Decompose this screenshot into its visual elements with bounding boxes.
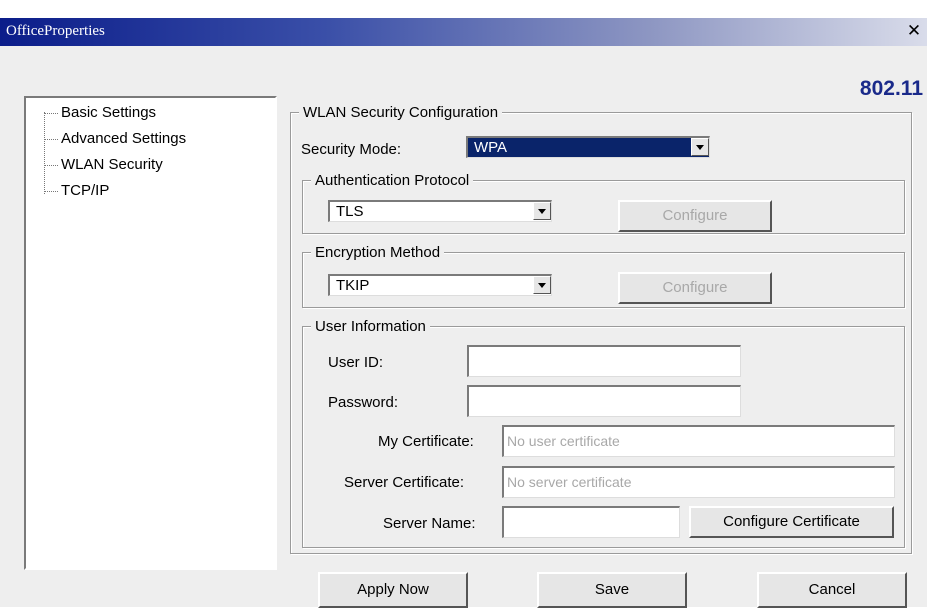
my-certificate-placeholder: No user certificate bbox=[507, 433, 620, 449]
user-id-field[interactable] bbox=[467, 345, 741, 377]
tree-branch bbox=[44, 190, 58, 192]
encryption-method-value: TKIP bbox=[336, 277, 370, 294]
encryption-method-select[interactable]: TKIP bbox=[328, 274, 552, 296]
security-mode-label: Security Mode: bbox=[301, 141, 402, 158]
group-title: User Information bbox=[311, 318, 430, 335]
chevron-down-icon[interactable] bbox=[533, 276, 551, 294]
cancel-button[interactable]: Cancel bbox=[757, 572, 907, 608]
tree-branch bbox=[44, 164, 58, 166]
group-title: Authentication Protocol bbox=[311, 172, 474, 189]
title-bar: OfficeProperties bbox=[0, 18, 927, 46]
security-mode-select[interactable]: WPA bbox=[466, 136, 710, 158]
auth-configure-button[interactable]: Configure bbox=[618, 200, 772, 232]
tree-branch bbox=[44, 138, 58, 140]
tree-item-wlan-security[interactable]: WLAN Security bbox=[44, 156, 163, 174]
user-id-label: User ID: bbox=[328, 354, 384, 371]
save-button[interactable]: Save bbox=[537, 572, 687, 608]
tree-branch bbox=[44, 112, 58, 114]
apply-now-button[interactable]: Apply Now bbox=[318, 572, 468, 608]
authentication-protocol-select[interactable]: TLS bbox=[328, 200, 552, 222]
server-name-field[interactable] bbox=[502, 506, 680, 538]
security-mode-value: WPA bbox=[474, 139, 508, 156]
server-certificate-placeholder: No server certificate bbox=[507, 474, 632, 490]
encryption-configure-button[interactable]: Configure bbox=[618, 272, 772, 304]
server-name-label: Server Name: bbox=[383, 515, 476, 532]
tree-item-label: TCP/IP bbox=[61, 182, 110, 199]
my-certificate-label: My Certificate: bbox=[378, 433, 474, 450]
chevron-down-icon[interactable] bbox=[533, 202, 551, 220]
tree-item-label: Advanced Settings bbox=[61, 130, 187, 147]
settings-tree: Basic Settings Advanced Settings WLAN Se… bbox=[24, 96, 277, 570]
password-field[interactable] bbox=[467, 385, 741, 417]
tree-item-label: WLAN Security bbox=[61, 156, 163, 173]
close-icon[interactable]: ✕ bbox=[903, 20, 925, 42]
password-label: Password: bbox=[328, 394, 399, 411]
server-certificate-field[interactable]: No server certificate bbox=[502, 466, 895, 498]
group-title: WLAN Security Configuration bbox=[299, 104, 503, 121]
tree-item-basic-settings[interactable]: Basic Settings bbox=[44, 104, 156, 122]
group-title: Encryption Method bbox=[311, 244, 445, 261]
brand-label: 802.11 bbox=[859, 77, 923, 100]
configure-certificate-button[interactable]: Configure Certificate bbox=[689, 506, 894, 538]
chevron-down-icon[interactable] bbox=[691, 138, 709, 156]
tree-item-label: Basic Settings bbox=[61, 104, 157, 121]
authentication-protocol-value: TLS bbox=[336, 203, 364, 220]
tree-item-advanced-settings[interactable]: Advanced Settings bbox=[44, 130, 186, 148]
window-title: OfficeProperties bbox=[6, 23, 105, 39]
my-certificate-field[interactable]: No user certificate bbox=[502, 425, 895, 457]
server-certificate-label: Server Certificate: bbox=[344, 474, 465, 491]
tree-item-tcpip[interactable]: TCP/IP bbox=[44, 182, 109, 200]
